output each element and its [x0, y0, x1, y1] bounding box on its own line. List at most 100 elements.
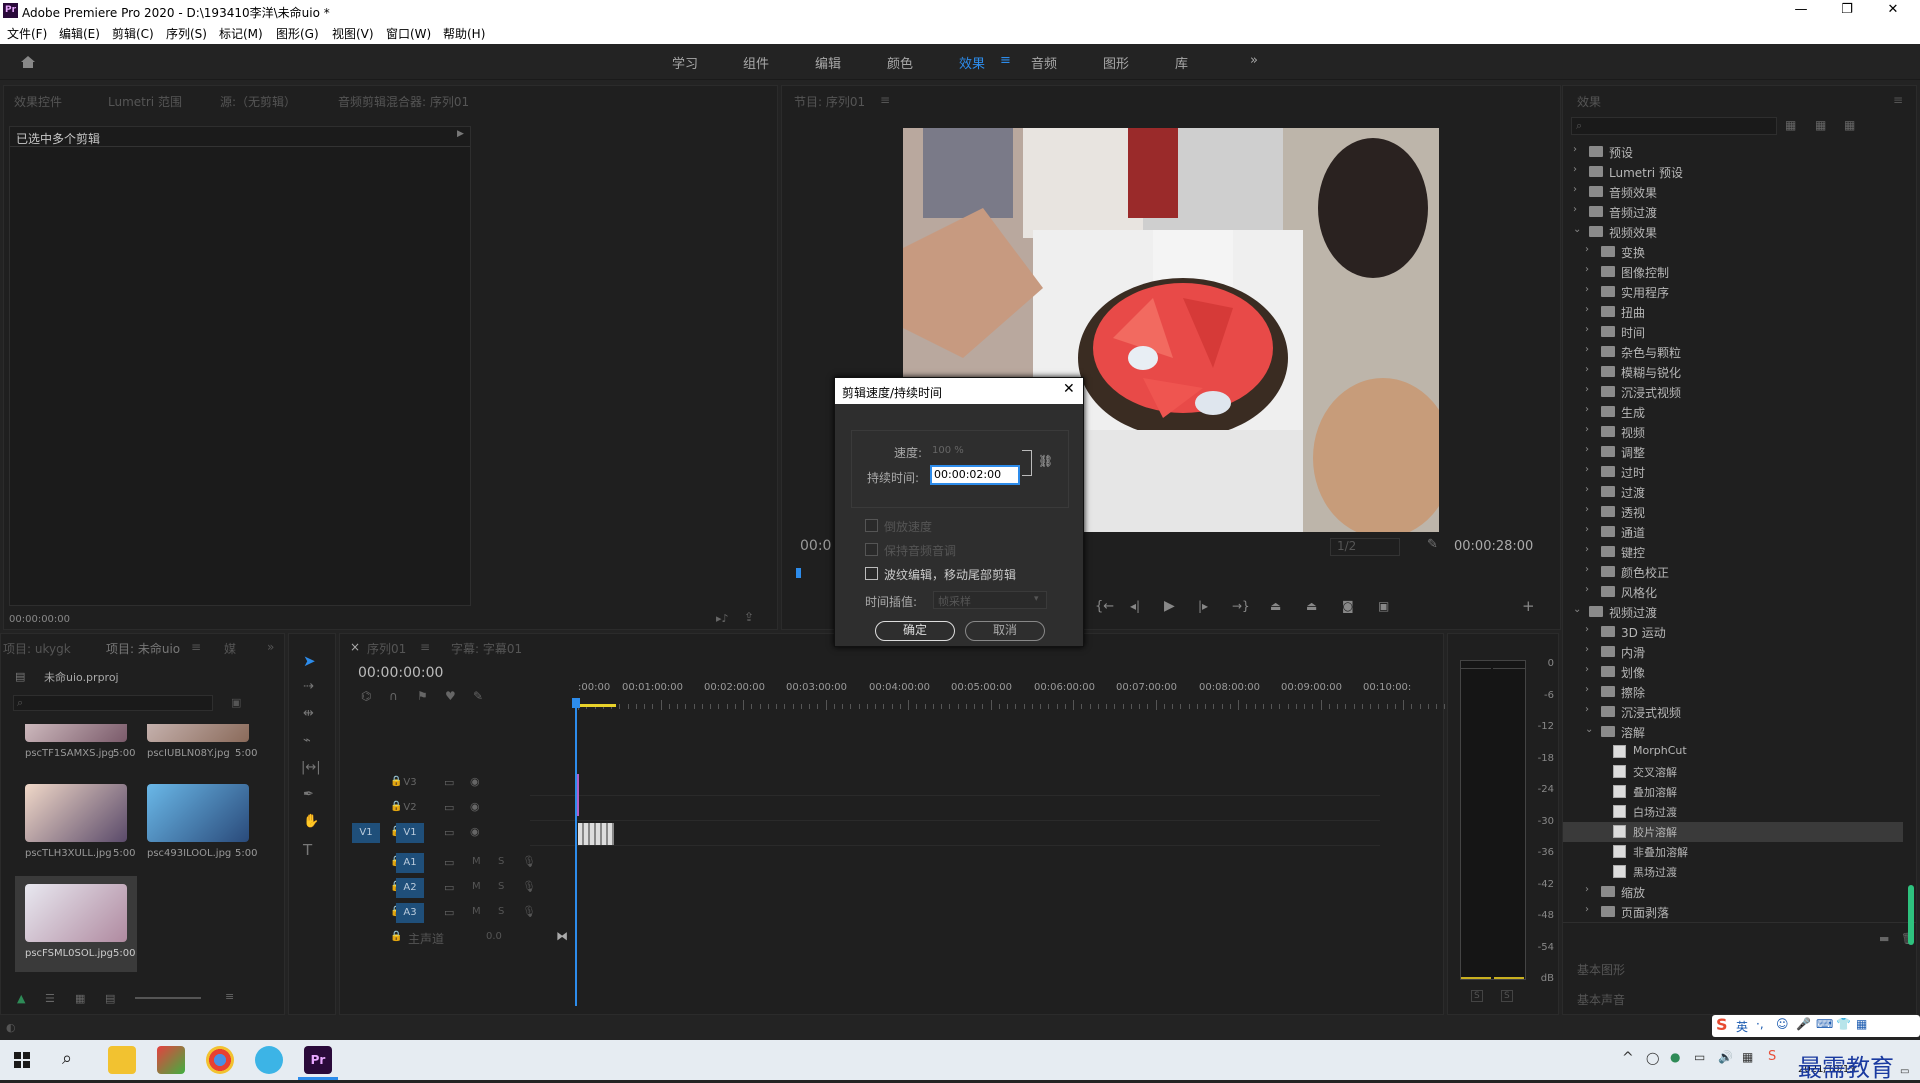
effects-tree-item[interactable]: ⌄ 溶解	[1563, 722, 1903, 742]
menu-sequence[interactable]: 序列(S)	[166, 25, 207, 42]
play-icon[interactable]: ▶	[1164, 598, 1175, 614]
project-search-input[interactable]: ⌕	[13, 695, 213, 711]
ime-skin-icon[interactable]: 👕	[1836, 1017, 1851, 1031]
effects-tree-item[interactable]: › 调整	[1563, 442, 1903, 462]
effects-tree-item[interactable]: 黑场过渡	[1563, 862, 1903, 882]
track-label[interactable]: V2	[396, 799, 424, 819]
effects-tree-item[interactable]: › 预设	[1563, 142, 1903, 162]
chevron-right-icon[interactable]: ›	[1585, 384, 1589, 395]
minimize-button[interactable]: —	[1778, 0, 1824, 22]
file-explorer-icon[interactable]	[108, 1046, 136, 1074]
chevron-down-icon[interactable]: ⌄	[1585, 724, 1593, 735]
chevron-right-icon[interactable]: ›	[1585, 444, 1589, 455]
workspace-overflow-icon[interactable]: »	[1250, 53, 1258, 68]
effects-tree-item[interactable]: › 模糊与锐化	[1563, 362, 1903, 382]
sequence-menu-icon[interactable]: ≡	[420, 640, 430, 654]
chevron-right-icon[interactable]: ›	[1585, 344, 1589, 355]
effects-tree-item[interactable]: › 缩放	[1563, 882, 1903, 902]
mute-button[interactable]: M	[472, 881, 481, 892]
mute-button[interactable]: M	[472, 856, 481, 867]
menu-marker[interactable]: 标记(M)	[219, 25, 263, 42]
track-label[interactable]: V3	[396, 774, 424, 794]
zoom-slider[interactable]	[135, 997, 201, 999]
chevron-right-icon[interactable]: ›	[1585, 644, 1589, 655]
chevron-right-icon[interactable]: ›	[1585, 484, 1589, 495]
chevron-right-icon[interactable]: ›	[1585, 464, 1589, 475]
step-back-icon[interactable]: ◂|	[1130, 599, 1140, 613]
chevron-down-icon[interactable]: ⌄	[1573, 224, 1581, 235]
extract-icon[interactable]: ⏏	[1306, 599, 1317, 613]
razor-tool-icon[interactable]: ⌁	[303, 733, 311, 748]
linked-selection-icon[interactable]: ⚑	[417, 689, 428, 703]
ime-emoji-icon[interactable]: ☺	[1776, 1017, 1789, 1031]
effects-tree-item[interactable]: 白场过渡	[1563, 802, 1903, 822]
chevron-right-icon[interactable]: ›	[1585, 524, 1589, 535]
effects-scrollbar[interactable]	[1908, 885, 1914, 945]
chevron-right-icon[interactable]: ›	[1585, 684, 1589, 695]
lock-icon[interactable]: ▲	[17, 992, 25, 1005]
solo-button[interactable]: S	[498, 881, 504, 892]
program-menu-icon[interactable]: ≡	[880, 93, 890, 107]
wrench-icon[interactable]: ✎	[1427, 537, 1438, 552]
effects-tree-item[interactable]: › 通道	[1563, 522, 1903, 542]
chevron-right-icon[interactable]: ›	[1585, 244, 1589, 255]
workspace-assembly[interactable]: 组件	[743, 53, 769, 72]
track-label[interactable]: V1	[396, 823, 424, 843]
ripple-edit-tool-icon[interactable]: ⇹	[303, 706, 314, 721]
project-overflow-icon[interactable]: »	[267, 640, 274, 654]
effects-tree-item[interactable]: ⌄ 视频过渡	[1563, 602, 1903, 622]
chevron-right-icon[interactable]: ›	[1585, 564, 1589, 575]
tab-lumetri-scopes[interactable]: Lumetri 范围	[108, 93, 182, 110]
workspace-audio[interactable]: 音频	[1031, 53, 1057, 72]
menu-edit[interactable]: 编辑(E)	[59, 25, 100, 42]
track-label[interactable]: A3	[396, 903, 424, 923]
menu-clip[interactable]: 剪辑(C)	[112, 25, 154, 42]
chevron-right-icon[interactable]: ›	[1585, 324, 1589, 335]
eye-icon[interactable]: ◉	[470, 775, 480, 788]
type-tool-icon[interactable]: T	[303, 841, 312, 859]
network-icon[interactable]: ▭	[1694, 1050, 1705, 1064]
workspace-editing[interactable]: 编辑	[815, 53, 841, 72]
effects-tree-item[interactable]: › 沉浸式视频	[1563, 382, 1903, 402]
workspace-menu-icon[interactable]: ≡	[1000, 53, 1011, 68]
source-patch-v1[interactable]: V1	[352, 823, 380, 843]
track-lane[interactable]	[530, 797, 1380, 821]
time-ruler[interactable]: :00:00 00:01:00:00 00:02:00:00 00:03:00:…	[578, 682, 1438, 702]
effects-tree-item[interactable]: › 生成	[1563, 402, 1903, 422]
expand-arrow-icon[interactable]: ▶	[457, 129, 464, 139]
home-icon[interactable]	[20, 55, 36, 69]
volume-icon[interactable]: 🔊	[1718, 1050, 1733, 1064]
effects-tree-item[interactable]: › 颜色校正	[1563, 562, 1903, 582]
search-icon[interactable]: ⌕	[62, 1048, 72, 1069]
chevron-right-icon[interactable]: ›	[1585, 424, 1589, 435]
tab-project-ukygk[interactable]: 项目: ukygk	[3, 640, 71, 657]
ime-mode[interactable]: 英	[1736, 1018, 1748, 1035]
workspace-libraries[interactable]: 库	[1175, 53, 1188, 72]
go-to-in-icon[interactable]: {←	[1095, 599, 1114, 614]
add-button-icon[interactable]: +	[1522, 597, 1535, 615]
microphone-icon[interactable]: 🎙	[522, 905, 536, 918]
tab-program[interactable]: 节目: 序列01	[794, 93, 865, 110]
sort-icon[interactable]: ≡	[225, 990, 234, 1003]
sync-lock-icon[interactable]: ▭	[444, 881, 454, 894]
timeline-timecode[interactable]: 00:00:00:00	[358, 665, 443, 681]
eye-icon[interactable]: ◉	[470, 800, 480, 813]
chevron-right-icon[interactable]: ›	[1573, 184, 1577, 195]
effects-tree-item[interactable]: › 视频	[1563, 422, 1903, 442]
project-menu-icon[interactable]: ≡	[191, 640, 201, 654]
master-volume[interactable]: 0.0	[486, 931, 502, 942]
tab-caption01[interactable]: 字幕: 字幕01	[451, 640, 522, 657]
track-label[interactable]: A2	[396, 878, 424, 898]
effects-tree-item[interactable]: › 扭曲	[1563, 302, 1903, 322]
effects-tree-item[interactable]: › 图像控制	[1563, 262, 1903, 282]
tray-expand-icon[interactable]: ^	[1622, 1050, 1634, 1066]
step-forward-icon[interactable]: |▸	[1198, 599, 1208, 613]
sync-lock-icon[interactable]: ▭	[444, 826, 454, 839]
essential-graphics-tab[interactable]: 基本图形	[1577, 961, 1625, 978]
tab-effect-controls[interactable]: 效果控件	[14, 93, 62, 110]
chevron-right-icon[interactable]: ›	[1585, 904, 1589, 915]
workspace-effects[interactable]: 效果	[959, 53, 985, 72]
add-marker-icon[interactable]: ♥	[445, 689, 456, 703]
cancel-button[interactable]: 取消	[965, 621, 1045, 641]
tray-app-icon[interactable]: ●	[1670, 1050, 1680, 1064]
